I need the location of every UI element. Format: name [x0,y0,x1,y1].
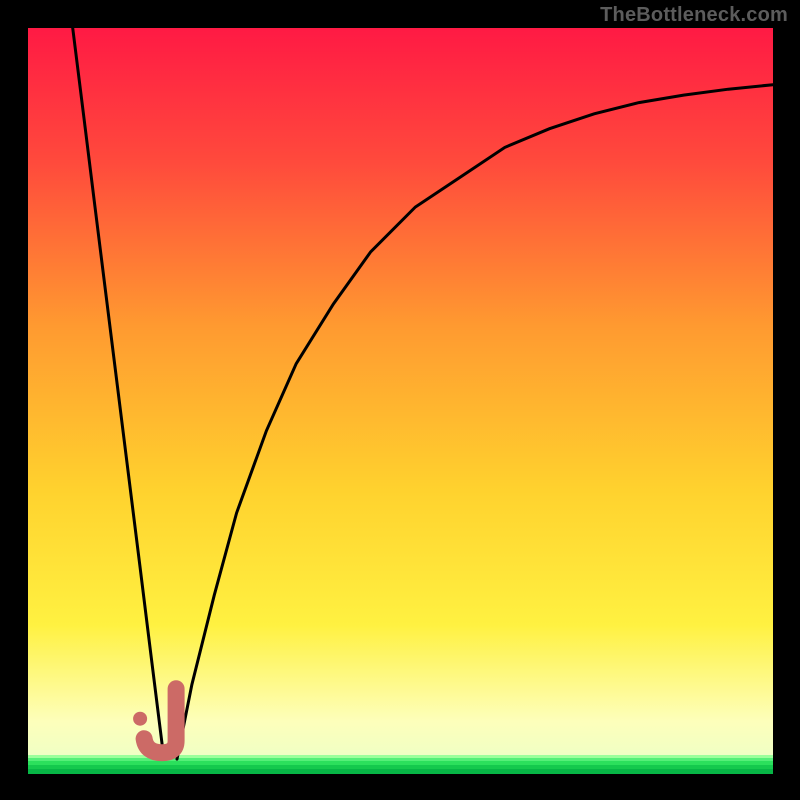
green-band [28,755,773,774]
chart-stage: TheBottleneck.com [0,0,800,800]
plot-background [28,28,773,774]
watermark-text: TheBottleneck.com [600,4,788,27]
chart-svg [0,0,800,800]
